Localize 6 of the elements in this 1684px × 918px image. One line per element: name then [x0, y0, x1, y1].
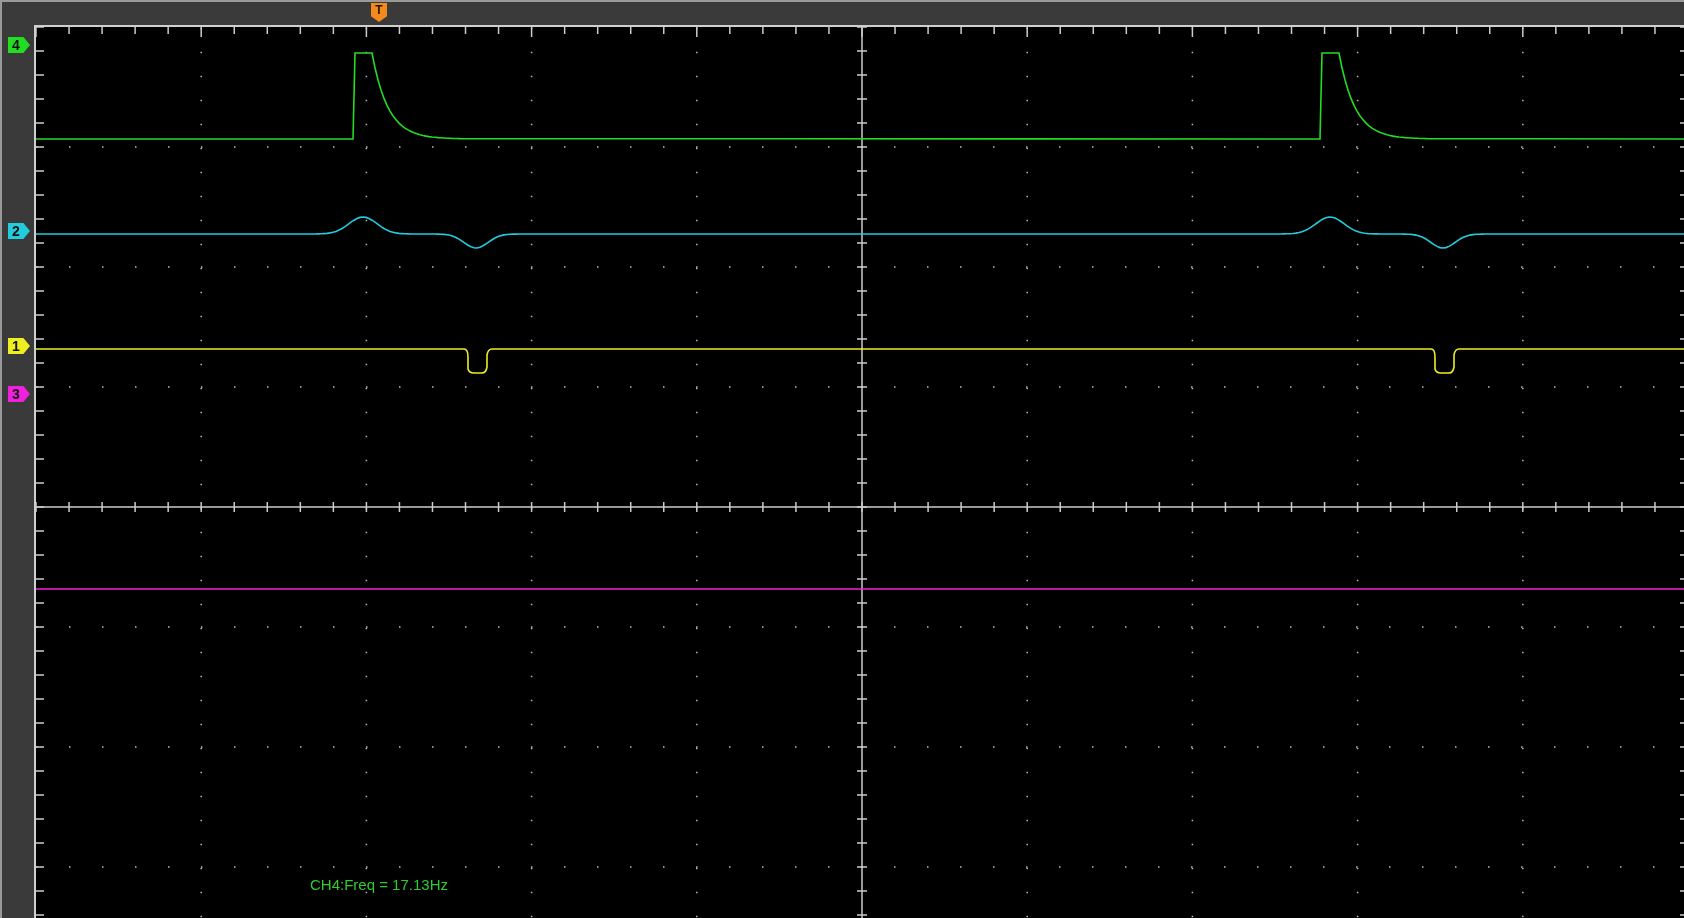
channel-marker[interactable]: 4 [8, 37, 30, 53]
trigger-marker[interactable]: T [371, 3, 387, 22]
channel-marker[interactable]: 1 [8, 338, 30, 354]
channel-marker[interactable]: 3 [8, 386, 30, 402]
frequency-readout: CH4:Freq = 17.13Hz [310, 876, 448, 893]
channel-marker[interactable]: 2 [8, 223, 30, 239]
